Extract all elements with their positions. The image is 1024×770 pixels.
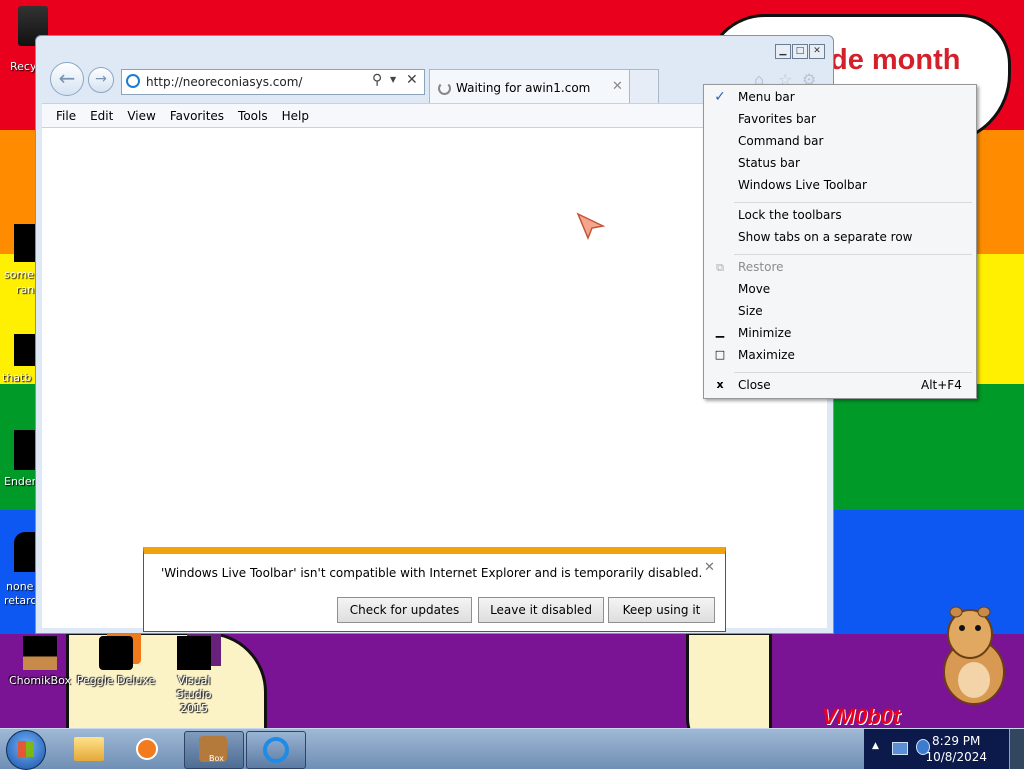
- close-icon: x: [716, 378, 724, 391]
- keep-using-it-button[interactable]: Keep using it: [608, 597, 715, 623]
- mouse-cursor-icon: [576, 212, 606, 240]
- back-button[interactable]: ←: [50, 62, 84, 96]
- tab-title: Waiting for awin1.com: [456, 81, 591, 95]
- taskbar-explorer[interactable]: [66, 731, 112, 767]
- show-desktop-button[interactable]: [1009, 729, 1024, 769]
- menu-edit[interactable]: Edit: [90, 109, 113, 123]
- desktop-icon-chomikbox[interactable]: ChomikBox: [0, 636, 80, 688]
- hamster-icon: [943, 606, 1005, 705]
- menu-item-maximize[interactable]: Maximize: [738, 348, 795, 362]
- menu-item-minimize[interactable]: Minimize: [738, 326, 791, 340]
- minimize-button[interactable]: ▁: [775, 44, 791, 59]
- restore-icon: ⧉: [716, 261, 724, 274]
- desktop-icon-ender[interactable]: [14, 430, 36, 470]
- dropdown-icon[interactable]: ▼: [390, 75, 396, 84]
- taskbar-internet-explorer[interactable]: [246, 731, 306, 769]
- desktop-label-some: some: [4, 268, 34, 281]
- check-for-updates-button[interactable]: Check for updates: [337, 597, 472, 623]
- menu-bar: File Edit View Favorites Tools Help: [42, 103, 707, 127]
- taskbar: Box ▲ 8:29 PM 10/8/2024: [0, 728, 1024, 770]
- browser-tab[interactable]: Waiting for awin1.com ✕: [429, 69, 631, 104]
- show-hidden-icons[interactable]: ▲: [872, 741, 879, 751]
- desktop-label-ender: Ender: [4, 475, 37, 488]
- ie-taskbar-icon: [263, 737, 289, 763]
- tab-close-icon[interactable]: ✕: [612, 79, 623, 94]
- menu-item-favorites-bar[interactable]: Favorites bar: [738, 112, 816, 126]
- desktop-icon-visual-studio[interactable]: Visual Studio 2015: [154, 636, 234, 716]
- media-player-icon: [136, 738, 158, 760]
- recycle-bin-label: Recy: [10, 60, 37, 73]
- leave-it-disabled-button[interactable]: Leave it disabled: [478, 597, 604, 623]
- chomikbox-icon: [23, 636, 57, 670]
- windows-logo-icon: [18, 741, 34, 757]
- minimize-icon: ▁: [715, 325, 725, 338]
- start-button[interactable]: [6, 730, 46, 770]
- menu-item-close[interactable]: Close: [738, 378, 771, 392]
- ie-page-icon: [126, 74, 140, 88]
- window-controls: ▁ □ ✕: [775, 44, 825, 59]
- menu-item-menu-bar[interactable]: Menu bar: [738, 90, 795, 104]
- menu-item-command-bar[interactable]: Command bar: [738, 134, 823, 148]
- loading-spinner-icon: [438, 82, 451, 95]
- system-tray: ▲ 8:29 PM 10/8/2024: [864, 729, 1009, 769]
- context-menu: ✓ Menu bar Favorites bar Command bar Sta…: [703, 84, 977, 399]
- checkmark-icon: ✓: [714, 89, 726, 105]
- menu-separator: [734, 372, 972, 373]
- menu-item-restore: Restore: [738, 260, 784, 274]
- desktop-icon-some[interactable]: [14, 224, 36, 262]
- desktop-label-retarc: retarc: [4, 594, 37, 607]
- desktop-label-chomikbox: ChomikBox: [9, 674, 71, 687]
- address-url: http://neoreconiasys.com/: [146, 75, 303, 89]
- notification-close-icon[interactable]: ✕: [704, 560, 715, 575]
- clock[interactable]: 8:29 PM 10/8/2024: [925, 733, 987, 765]
- desktop-label-none: none: [6, 580, 34, 593]
- back-arrow-icon: ←: [58, 66, 76, 90]
- notification-bar: 'Windows Live Toolbar' isn't compatible …: [143, 547, 726, 632]
- desktop-label-peggle: Peggle Deluxe: [76, 674, 156, 687]
- close-shortcut: Alt+F4: [921, 378, 962, 392]
- desktop-icon-thatb[interactable]: [14, 334, 36, 366]
- notification-message: 'Windows Live Toolbar' isn't compatible …: [161, 566, 703, 580]
- menu-separator: [734, 202, 972, 203]
- clock-time: 8:29 PM: [932, 734, 981, 748]
- menu-item-size[interactable]: Size: [738, 304, 763, 318]
- maximize-button[interactable]: □: [792, 44, 808, 59]
- desktop-label-thatb: thatb: [2, 371, 32, 384]
- clock-date: 10/8/2024: [925, 750, 987, 764]
- menu-view[interactable]: View: [127, 109, 155, 123]
- taskbar-chomikbox[interactable]: Box: [184, 731, 244, 769]
- desktop-label-ran: ran: [16, 283, 35, 296]
- visual-studio-icon: [177, 636, 211, 670]
- close-button[interactable]: ✕: [809, 44, 825, 59]
- address-bar[interactable]: http://neoreconiasys.com/ ⚲ ▼ ✕: [121, 69, 425, 95]
- menu-item-windows-live-toolbar[interactable]: Windows Live Toolbar: [738, 178, 867, 192]
- forward-button[interactable]: →: [88, 67, 114, 93]
- menu-item-status-bar[interactable]: Status bar: [738, 156, 800, 170]
- desktop-label-visual-studio: Visual Studio 2015: [176, 674, 212, 715]
- menu-item-move[interactable]: Move: [738, 282, 770, 296]
- menu-file[interactable]: File: [56, 109, 76, 123]
- menu-help[interactable]: Help: [282, 109, 309, 123]
- peggle-icon: [99, 636, 133, 670]
- desktop-icon-none[interactable]: [14, 532, 36, 572]
- menu-tools[interactable]: Tools: [238, 109, 268, 123]
- forward-arrow-icon: →: [95, 71, 107, 87]
- watermark-text: VM0b0t: [822, 704, 901, 729]
- speech-bubble-text: de month: [830, 44, 961, 76]
- chomikbox-badge: Box: [209, 754, 224, 763]
- menu-item-tabs-separate-row[interactable]: Show tabs on a separate row: [738, 230, 913, 244]
- desktop-icon-peggle[interactable]: Peggle Deluxe: [76, 636, 156, 688]
- new-tab-button[interactable]: [629, 69, 659, 104]
- menu-item-lock-toolbars[interactable]: Lock the toolbars: [738, 208, 842, 222]
- menu-favorites[interactable]: Favorites: [170, 109, 224, 123]
- menu-separator: [734, 254, 972, 255]
- stop-icon[interactable]: ✕: [406, 72, 418, 88]
- folder-icon: [74, 737, 104, 761]
- network-icon[interactable]: [892, 742, 908, 755]
- search-icon[interactable]: ⚲: [372, 72, 382, 88]
- taskbar-media-player[interactable]: [124, 731, 170, 767]
- maximize-icon: □: [714, 348, 726, 361]
